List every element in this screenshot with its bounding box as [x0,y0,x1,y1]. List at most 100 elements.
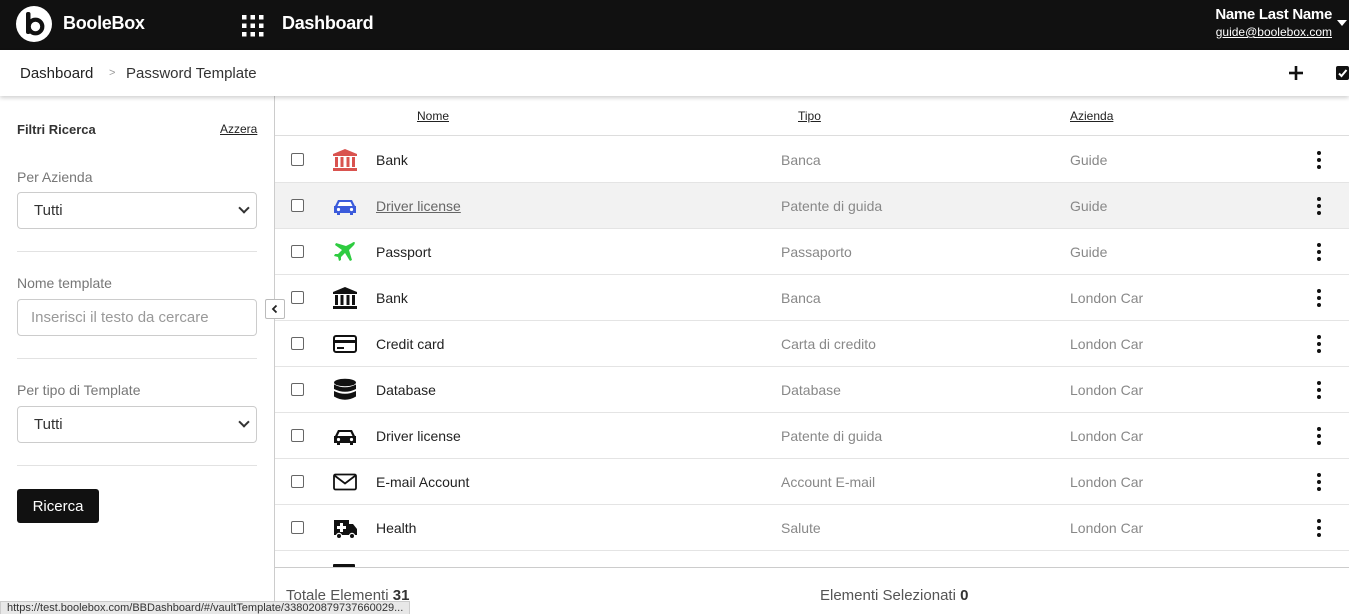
filters-title: Filtri Ricerca [17,122,96,137]
table-footer-divider [275,567,1349,568]
row-type: Carta di credito [781,336,876,352]
row-checkbox[interactable] [291,199,304,212]
company-select[interactable]: Tutti [17,192,257,229]
row-checkbox[interactable] [291,153,304,166]
row-name[interactable]: Driver license [376,198,461,214]
row-checkbox[interactable] [291,291,304,304]
table-row[interactable]: Bank Banca London Car [275,275,1349,321]
chevron-left-icon [271,304,278,314]
airplane-icon [332,240,358,264]
column-header-name[interactable]: Nome [417,109,449,123]
row-type: Passaporto [781,244,852,260]
row-menu-kebab-icon[interactable] [1312,196,1326,216]
breadcrumb-current: Password Template [126,65,257,82]
row-name[interactable]: Bank [376,290,408,306]
breadcrumb-home[interactable]: Dashboard [20,65,93,82]
collapse-sidebar-button[interactable] [265,299,285,319]
name-search-input[interactable] [17,299,257,336]
table-header: Nome Tipo Azienda [275,96,1349,136]
add-template-button[interactable] [1288,65,1304,81]
row-checkbox[interactable] [291,521,304,534]
reset-filters-link[interactable]: Azzera [220,122,257,136]
page-title: Dashboard [282,13,374,33]
row-name[interactable]: Driver license [376,428,461,444]
apps-grid-icon[interactable] [242,15,264,37]
company-filter-label: Per Azienda [17,169,93,185]
row-company: Guide [1070,198,1108,214]
table-row[interactable]: Health Salute London Car [275,505,1349,551]
row-name[interactable]: Passport [376,244,431,260]
row-checkbox[interactable] [291,337,304,350]
table-row[interactable]: Driver license Patente di guida London C… [275,413,1349,459]
type-select-value: Tutti [34,416,63,433]
divider [17,358,257,359]
user-name[interactable]: Name Last Name [1215,6,1332,23]
row-checkbox[interactable] [291,383,304,396]
selected-count: 0 [960,587,969,604]
row-name[interactable]: Credit card [376,336,444,352]
row-menu-kebab-icon[interactable] [1312,472,1326,492]
car-icon [332,194,358,218]
table-row[interactable]: Credit card Carta di credito London Car [275,321,1349,367]
row-menu-kebab-icon[interactable] [1312,242,1326,262]
column-header-type[interactable]: Tipo [798,109,821,123]
select-all-checkbox-icon[interactable] [1336,66,1349,80]
chevron-down-icon [238,416,250,428]
row-checkbox[interactable] [291,475,304,488]
type-filter-label: Per tipo di Template [17,382,141,398]
row-company: Guide [1070,152,1108,168]
row-name[interactable]: Bank [376,152,408,168]
selected-label: Elementi Selezionati [820,587,956,604]
row-type: Account E-mail [781,474,876,490]
row-company: London Car [1070,474,1144,490]
column-header-company[interactable]: Azienda [1070,109,1113,123]
top-bar: BooleBox Dashboard Name Last Name guide@… [0,0,1349,50]
user-email[interactable]: guide@boolebox.com [1216,25,1332,39]
table-row[interactable]: Passport Passaporto Guide [275,229,1349,275]
row-checkbox[interactable] [291,245,304,258]
row-name[interactable]: Database [376,382,436,398]
car-icon [332,424,358,448]
search-button[interactable]: Ricerca [17,489,99,523]
row-type: Patente di guida [781,198,883,214]
row-menu-kebab-icon[interactable] [1312,334,1326,354]
row-company: Guide [1070,244,1108,260]
name-filter-label: Nome template [17,275,112,291]
row-menu-kebab-icon[interactable] [1312,288,1326,308]
bank-icon [332,286,358,310]
breadcrumb: Dashboard > Password Template [0,50,1349,96]
row-name[interactable]: Health [376,520,416,536]
row-type: Database [781,382,841,398]
row-company: London Car [1070,382,1144,398]
user-menu-caret-icon[interactable] [1337,20,1347,26]
divider [17,465,257,466]
row-name[interactable]: E-mail Account [376,474,469,490]
type-select[interactable]: Tutti [17,406,257,443]
row-checkbox[interactable] [291,429,304,442]
chevron-down-icon [238,202,250,214]
row-company: London Car [1070,336,1144,352]
row-type: Patente di guida [781,428,883,444]
table-row[interactable]: Database Database London Car [275,367,1349,413]
brand-name: BooleBox [63,13,145,33]
database-icon [332,378,358,402]
row-menu-kebab-icon[interactable] [1312,518,1326,538]
table-row[interactable]: E-mail Account Account E-mail London Car [275,459,1349,505]
envelope-icon [332,470,358,494]
filter-sidebar: Filtri Ricerca Azzera Per Azienda Tutti … [0,96,275,614]
boolebox-logo-icon[interactable] [16,6,52,42]
table-row[interactable]: Bank Banca Guide [275,137,1349,183]
ambulance-icon [332,516,358,540]
selected-elements: Elementi Selezionati 0 [820,587,968,604]
row-type: Salute [781,520,821,536]
breadcrumb-separator: > [109,67,116,79]
row-company: London Car [1070,428,1144,444]
table-row[interactable]: Driver license Patente di guida Guide [275,183,1349,229]
row-menu-kebab-icon[interactable] [1312,380,1326,400]
credit-card-icon [332,332,358,356]
bank-icon [332,148,358,172]
row-menu-kebab-icon[interactable] [1312,426,1326,446]
row-menu-kebab-icon[interactable] [1312,150,1326,170]
template-table: Nome Tipo Azienda Bank Banca Guide Drive… [275,96,1349,614]
row-company: London Car [1070,520,1144,536]
